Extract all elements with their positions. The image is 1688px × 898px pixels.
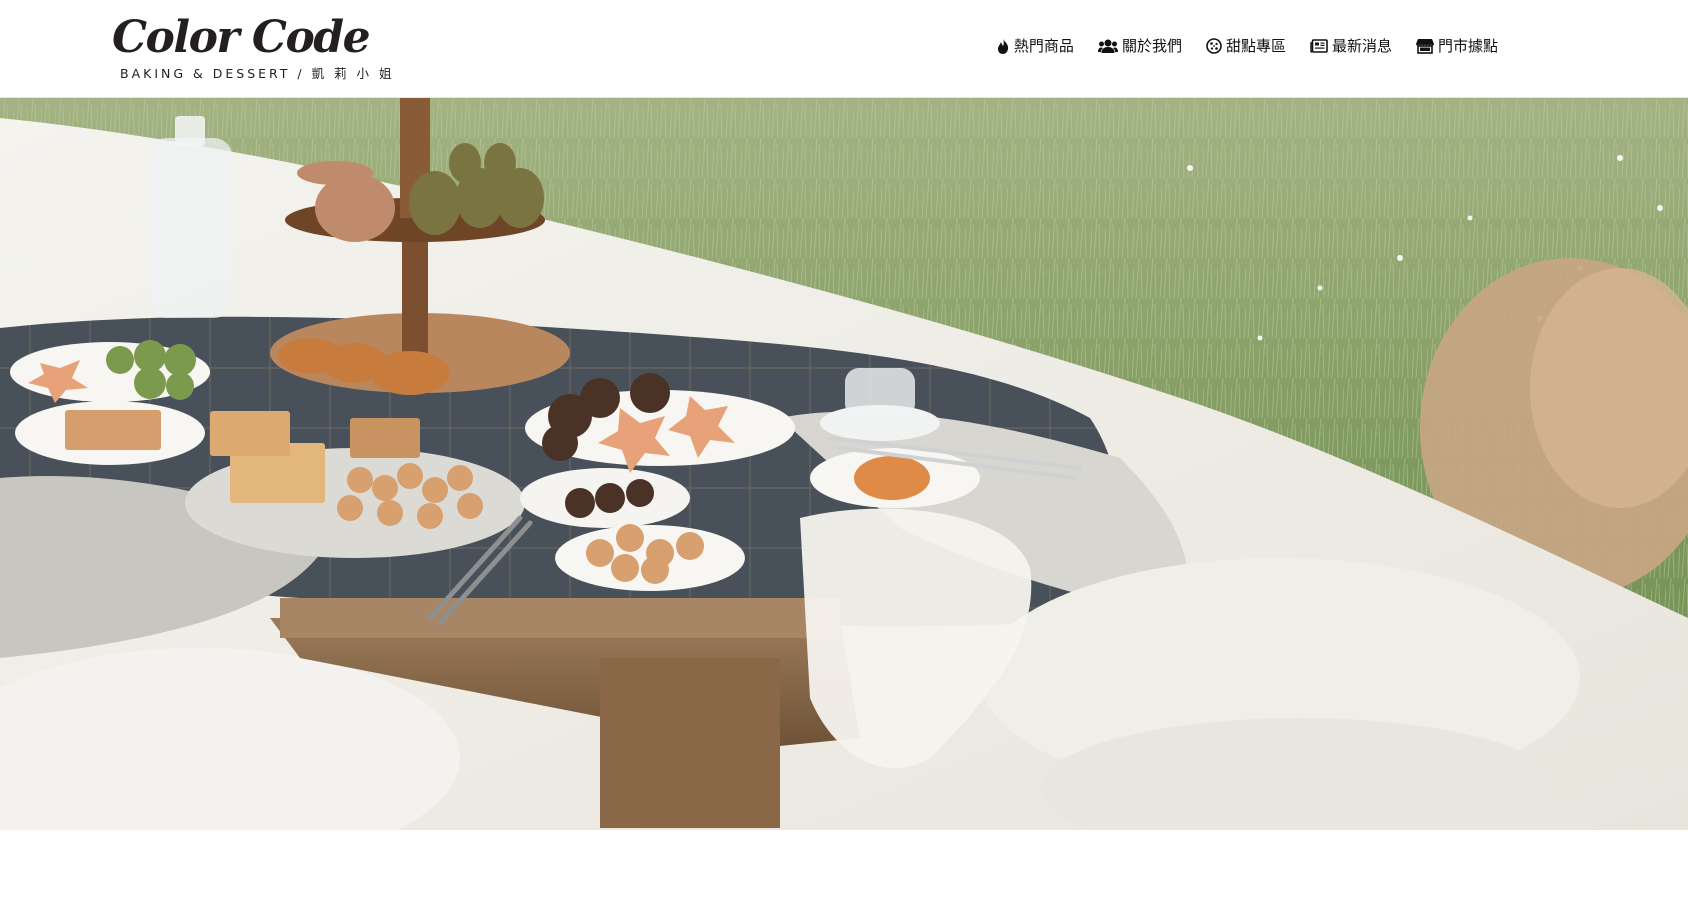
newspaper-icon — [1310, 38, 1328, 53]
users-icon — [1097, 38, 1118, 54]
nav-item-desserts[interactable]: 甜點專區 — [1206, 35, 1286, 56]
nav-item-hot-products[interactable]: 熱門商品 — [996, 35, 1074, 56]
main-nav: 熱門商品 關於我們 甜點專區 最新消息 門市據點 — [996, 35, 1498, 56]
fire-icon — [996, 37, 1010, 54]
nav-item-about-us[interactable]: 關於我們 — [1097, 35, 1182, 56]
site-header: Color Code BAKING & DESSERT / 凱 莉 小 姐 熱門… — [0, 0, 1688, 98]
logo-wordmark: Color Code — [112, 12, 371, 63]
picnic-desserts-image — [0, 98, 1688, 830]
nav-label: 熱門商品 — [1013, 37, 1074, 55]
brand-logo[interactable]: Color Code BAKING & DESSERT / 凱 莉 小 姐 — [112, 12, 392, 82]
store-icon — [1415, 38, 1434, 54]
nav-item-store-locations[interactable]: 門市據點 — [1415, 35, 1498, 56]
nav-item-news[interactable]: 最新消息 — [1310, 35, 1392, 56]
nav-label: 關於我們 — [1121, 37, 1182, 55]
nav-label: 最新消息 — [1331, 37, 1392, 55]
nav-label: 門市據點 — [1437, 37, 1498, 55]
logo-tagline: BAKING & DESSERT / 凱 莉 小 姐 — [120, 66, 395, 81]
cookie-icon — [1206, 37, 1222, 54]
nav-label: 甜點專區 — [1225, 37, 1286, 55]
hero-banner — [0, 98, 1688, 830]
